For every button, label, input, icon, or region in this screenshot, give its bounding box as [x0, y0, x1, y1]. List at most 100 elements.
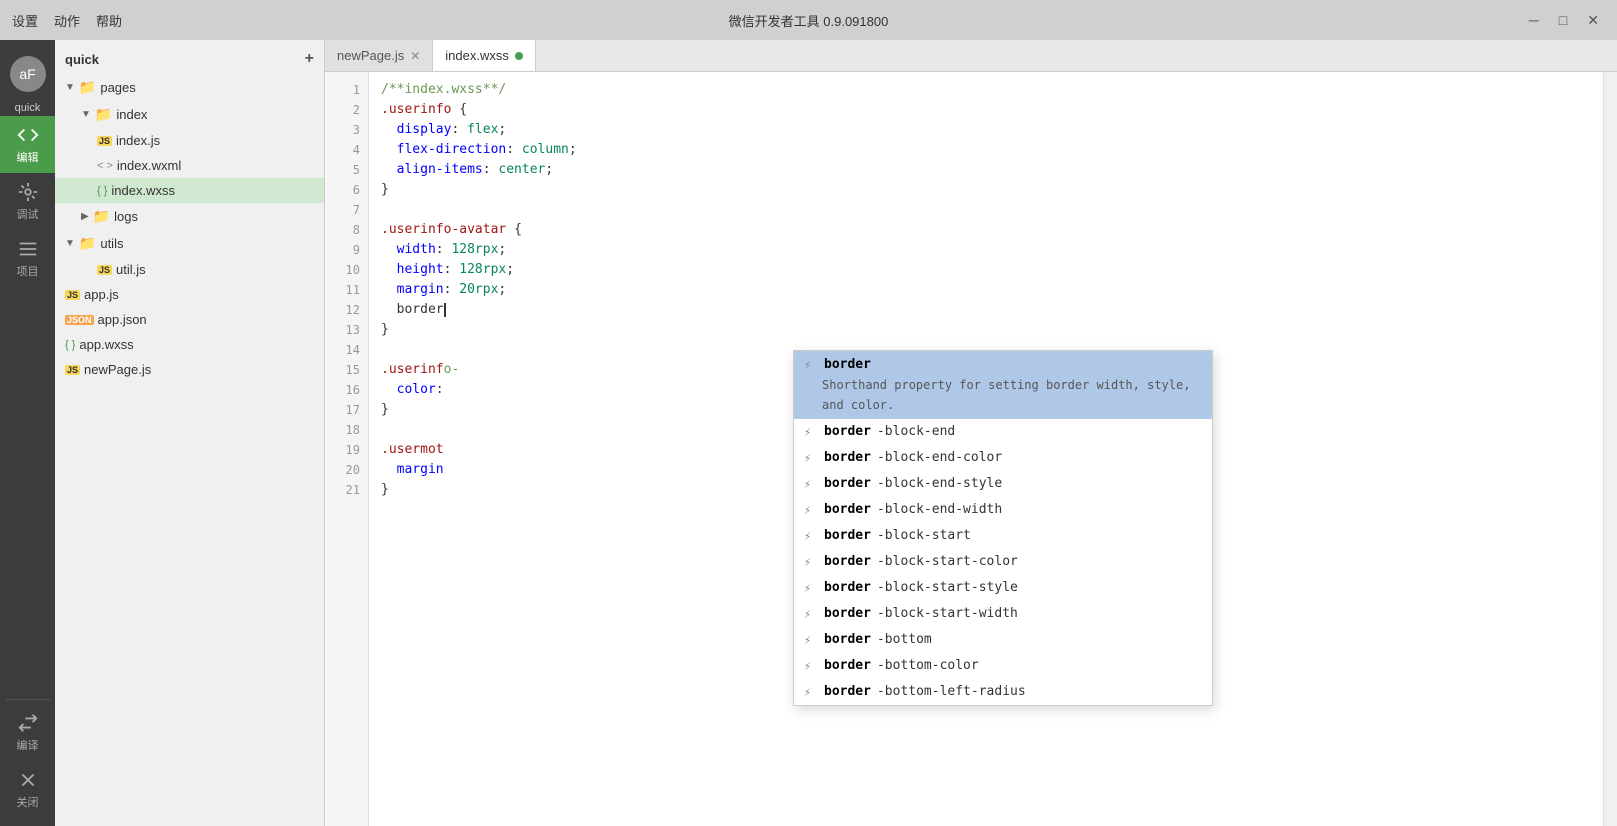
- file-tree-title: quick: [65, 52, 99, 67]
- sidebar-divider: [6, 699, 50, 700]
- autocomplete-dropdown[interactable]: ⚡ border Shorthand property for setting …: [793, 350, 1213, 706]
- wxml-file-icon: < >: [97, 160, 113, 172]
- tree-label-app-json: app.json: [98, 312, 147, 327]
- autocomplete-selected-desc: Shorthand property for setting border wi…: [804, 375, 1202, 415]
- menu-settings[interactable]: 设置: [12, 11, 38, 30]
- autocomplete-item[interactable]: ⚡border-block-start-color: [794, 549, 1212, 575]
- tab-bar: newPage.js ✕ index.wxss: [325, 40, 1617, 72]
- tree-label-utils: utils: [100, 236, 123, 251]
- tree-node-index-wxml[interactable]: < > index.wxml: [55, 153, 324, 178]
- wxss-file-icon: { }: [97, 185, 107, 197]
- tab-label-wxss: index.wxss: [445, 48, 509, 63]
- item-icon: ⚡: [804, 526, 818, 546]
- sidebar-item-debug[interactable]: 调试: [0, 173, 55, 230]
- sidebar-item-close[interactable]: 关闭: [0, 761, 55, 818]
- js-file-icon: JS: [97, 265, 112, 275]
- autocomplete-item[interactable]: ⚡border-block-start-style: [794, 575, 1212, 601]
- tab-close-button[interactable]: ✕: [410, 49, 420, 63]
- autocomplete-item[interactable]: ⚡border-bottom-left-radius: [794, 679, 1212, 705]
- sidebar-item-compile[interactable]: 编译: [0, 704, 55, 761]
- tree-node-index-folder[interactable]: ▼ 📁 index: [55, 101, 324, 128]
- wxss-file-icon: { }: [65, 339, 75, 351]
- item-icon: ⚡: [804, 578, 818, 598]
- chevron-down-icon: ▼: [81, 109, 91, 120]
- autocomplete-selected-item[interactable]: ⚡ border Shorthand property for setting …: [794, 351, 1212, 419]
- scrollbar[interactable]: [1603, 72, 1617, 826]
- menu-bar[interactable]: 设置 动作 帮助: [12, 11, 122, 30]
- app-title: 微信开发者工具 0.9.091800: [729, 11, 889, 30]
- tree-node-logs[interactable]: ▶ 📁 logs: [55, 203, 324, 230]
- folder-icon: 📁: [79, 235, 96, 252]
- item-icon: ⚡: [804, 448, 818, 468]
- tree-node-utils[interactable]: ▼ 📁 utils: [55, 230, 324, 257]
- sidebar-item-editor[interactable]: 编辑: [0, 116, 55, 173]
- quick-label: quick: [7, 100, 49, 116]
- project-icon: [17, 238, 39, 260]
- tree-node-index-js[interactable]: JS index.js: [55, 128, 324, 153]
- item-icon: ⚡: [804, 422, 818, 442]
- menu-actions[interactable]: 动作: [54, 11, 80, 30]
- window-controls[interactable]: ─ □ ✕: [1523, 10, 1605, 31]
- tree-label-newpage-js: newPage.js: [84, 362, 151, 377]
- file-tree-header: quick +: [55, 44, 324, 74]
- line-numbers: 123456789101112131415161718192021: [325, 72, 369, 826]
- js-file-icon: JS: [97, 136, 112, 146]
- tree-node-app-js[interactable]: JS app.js: [55, 282, 324, 307]
- tree-label-app-wxss: app.wxss: [79, 337, 133, 352]
- menu-help[interactable]: 帮助: [96, 11, 122, 30]
- tree-node-util-js[interactable]: JS util.js: [55, 257, 324, 282]
- chevron-down-icon: ▼: [65, 238, 75, 249]
- close-button[interactable]: ✕: [1581, 10, 1605, 31]
- tree-node-newpage-js[interactable]: JS newPage.js: [55, 357, 324, 382]
- tree-label-index-js: index.js: [116, 133, 160, 148]
- tree-node-app-json[interactable]: JSON app.json: [55, 307, 324, 332]
- autocomplete-item[interactable]: ⚡border-block-end-color: [794, 445, 1212, 471]
- tab-newpage-js[interactable]: newPage.js ✕: [325, 40, 433, 71]
- project-label: 项目: [17, 263, 39, 279]
- item-icon: ⚡: [804, 604, 818, 624]
- tree-label-logs: logs: [114, 209, 138, 224]
- tab-index-wxss[interactable]: index.wxss: [433, 40, 536, 71]
- autocomplete-item[interactable]: ⚡border-bottom-color: [794, 653, 1212, 679]
- autocomplete-item[interactable]: ⚡border-block-end: [794, 419, 1212, 445]
- minimize-button[interactable]: ─: [1523, 10, 1545, 31]
- file-tree-panel: quick + ▼ 📁 pages ▼ 📁 index JS index.js: [55, 40, 325, 826]
- tree-label-index-wxss: index.wxss: [111, 183, 175, 198]
- tree-label-index-wxml: index.wxml: [117, 158, 181, 173]
- item-icon: ⚡: [804, 656, 818, 676]
- autocomplete-item[interactable]: ⚡border-bottom: [794, 627, 1212, 653]
- item-icon: ⚡: [804, 552, 818, 572]
- folder-icon: 📁: [95, 106, 112, 123]
- item-icon: ⚡: [804, 474, 818, 494]
- tree-node-index-wxss[interactable]: { } index.wxss: [55, 178, 324, 203]
- title-bar: 设置 动作 帮助 微信开发者工具 0.9.091800 ─ □ ✕: [0, 0, 1617, 40]
- code-icon: [17, 124, 39, 146]
- js-file-icon: JS: [65, 290, 80, 300]
- tab-label-newpage: newPage.js: [337, 48, 404, 63]
- json-file-icon: JSON: [65, 315, 94, 325]
- autocomplete-item[interactable]: ⚡border-block-end-width: [794, 497, 1212, 523]
- chevron-right-icon: ▶: [81, 211, 89, 222]
- compile-icon: [17, 712, 39, 734]
- code-editor[interactable]: 123456789101112131415161718192021 /**ind…: [325, 72, 1617, 826]
- sidebar-item-project[interactable]: 项目: [0, 230, 55, 287]
- folder-icon: 📁: [79, 79, 96, 96]
- item-icon: ⚡: [804, 682, 818, 702]
- tree-node-pages[interactable]: ▼ 📁 pages: [55, 74, 324, 101]
- tree-node-app-wxss[interactable]: { } app.wxss: [55, 332, 324, 357]
- tree-label-pages: pages: [100, 80, 135, 95]
- add-file-button[interactable]: +: [305, 50, 314, 68]
- autocomplete-selected-name: border: [824, 355, 871, 375]
- user-avatar[interactable]: aF: [0, 48, 55, 100]
- item-icon: ⚡: [804, 630, 818, 650]
- debug-icon: [17, 181, 39, 203]
- autocomplete-item[interactable]: ⚡border-block-start-width: [794, 601, 1212, 627]
- maximize-button[interactable]: □: [1553, 10, 1573, 31]
- autocomplete-item[interactable]: ⚡border-block-end-style: [794, 471, 1212, 497]
- autocomplete-item[interactable]: ⚡border-block-start: [794, 523, 1212, 549]
- modified-indicator: [515, 52, 523, 60]
- item-icon: ⚡: [804, 500, 818, 520]
- js-file-icon: JS: [65, 365, 80, 375]
- chevron-down-icon: ▼: [65, 82, 75, 93]
- avatar: aF: [10, 56, 46, 92]
